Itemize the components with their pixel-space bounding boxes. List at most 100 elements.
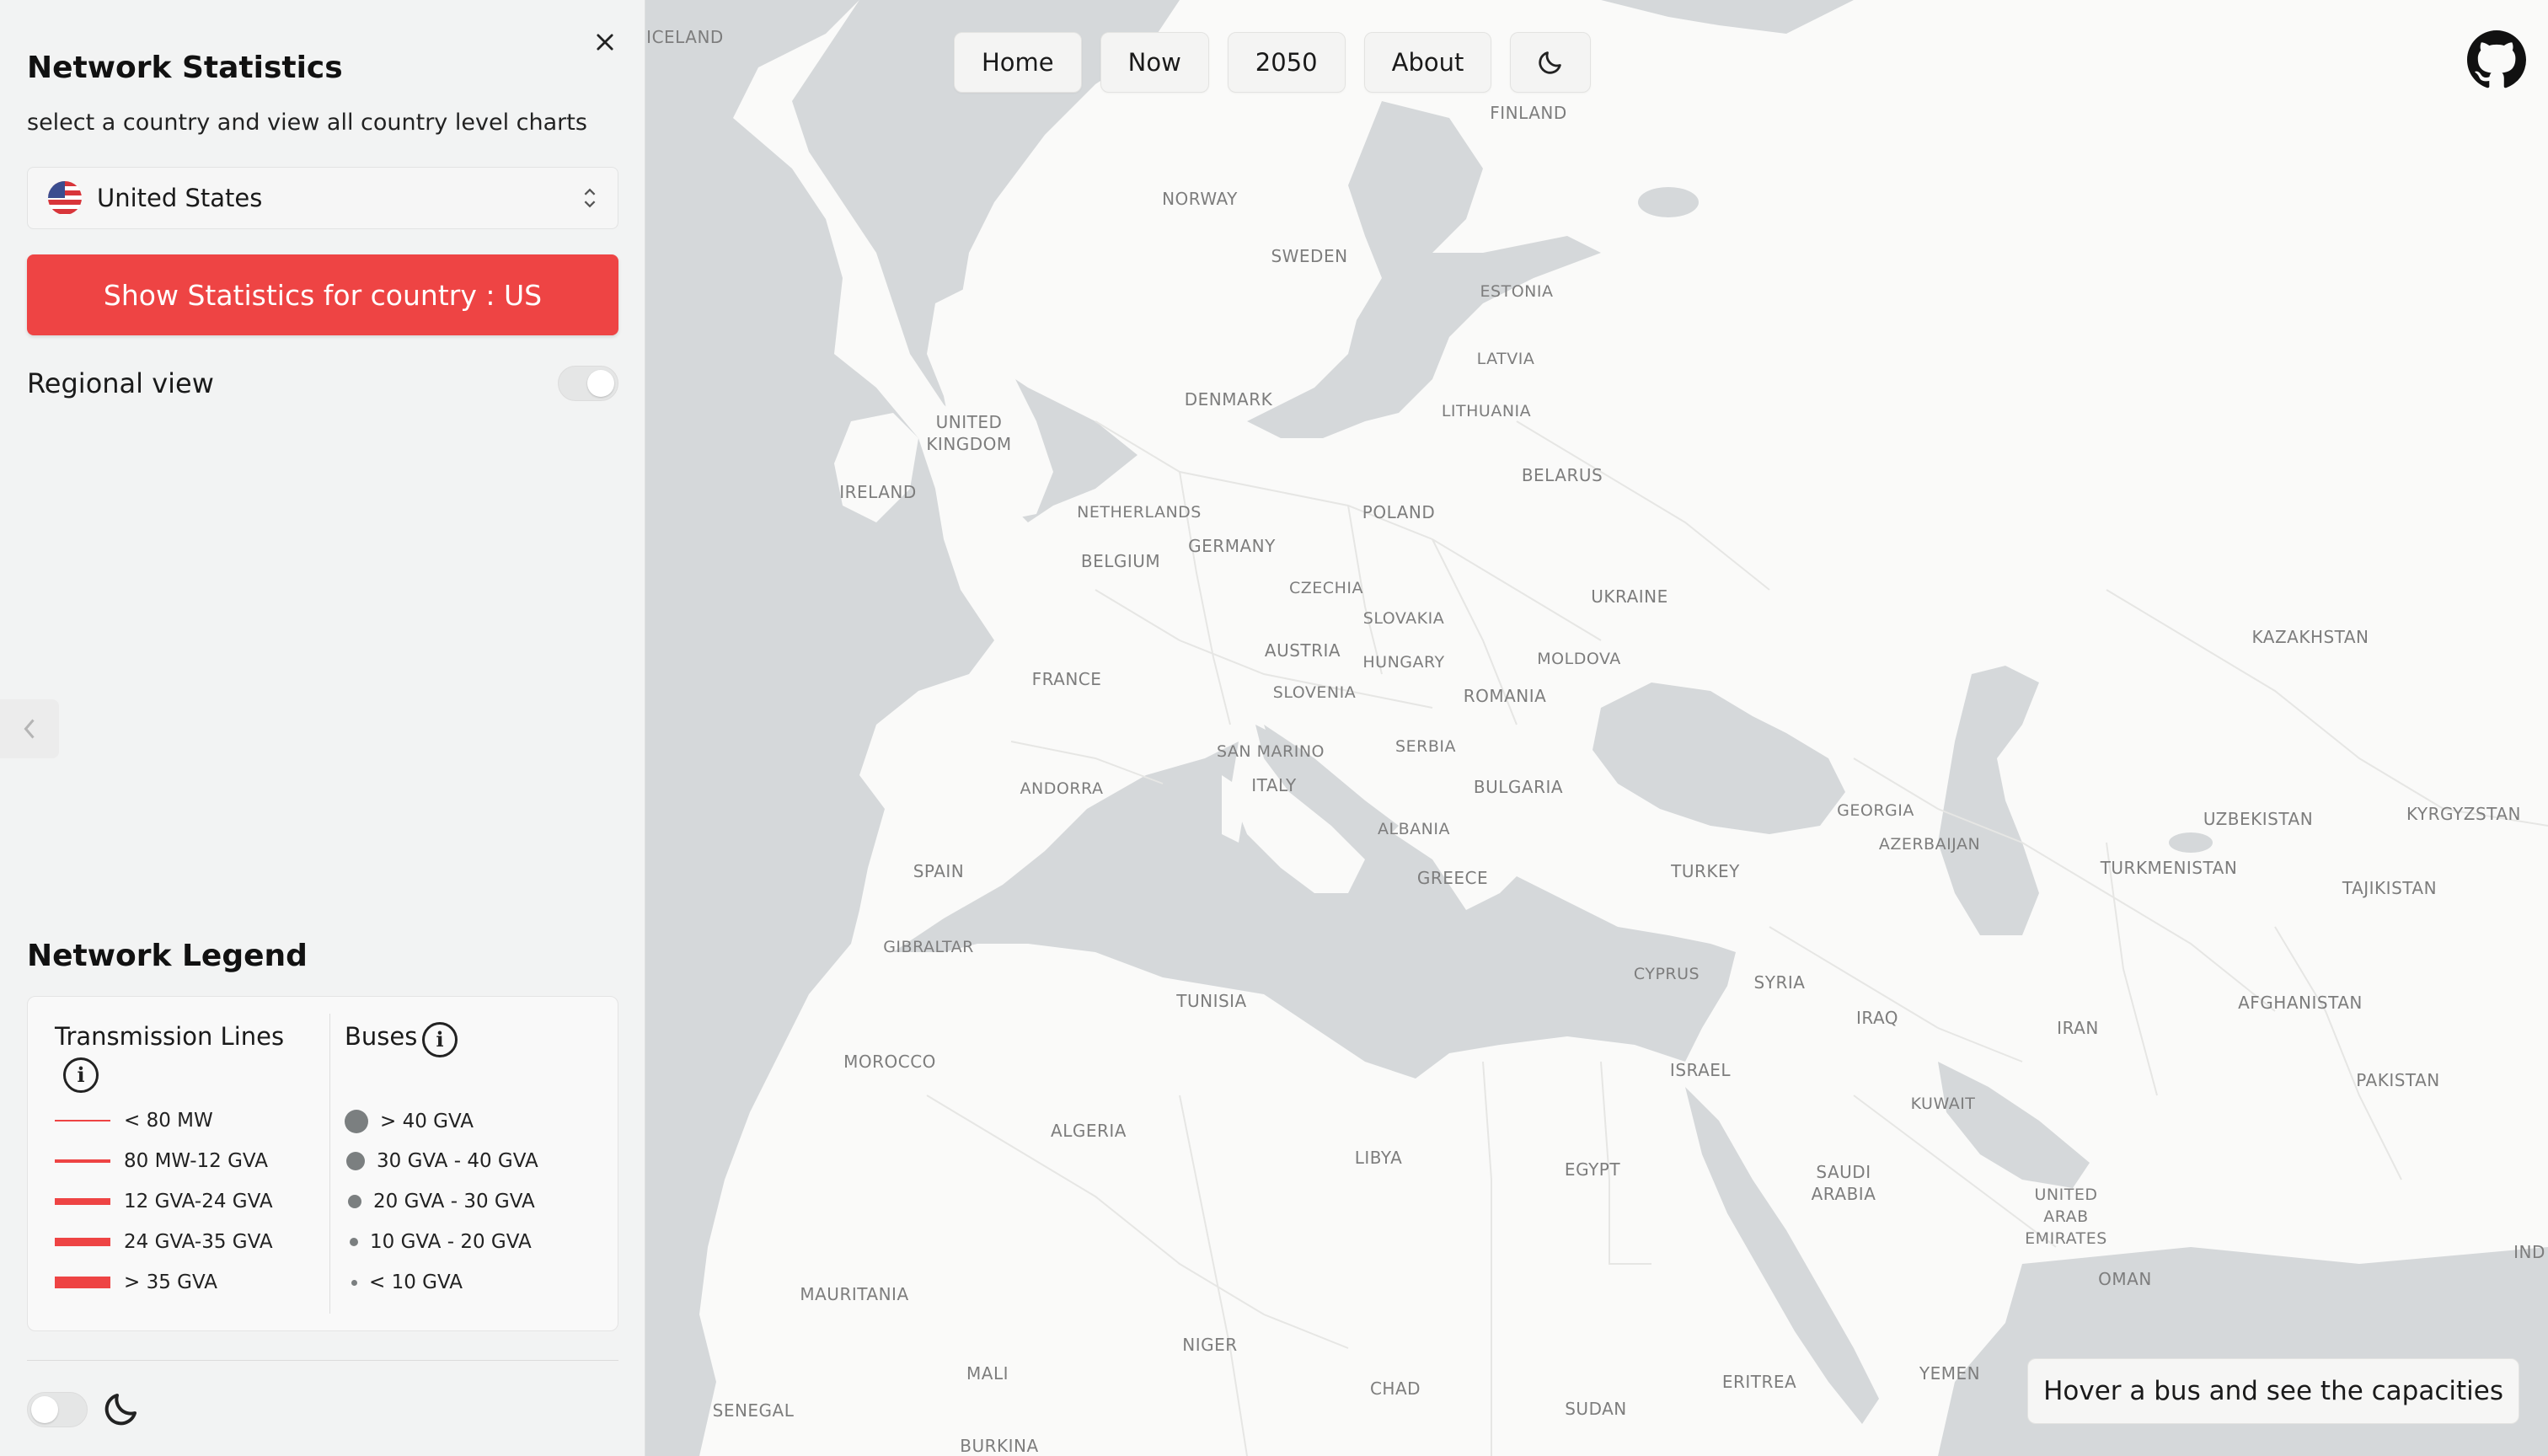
legend-bus-label: < 10 GVA <box>369 1271 463 1293</box>
moon-icon <box>104 1394 136 1426</box>
legend-line-item: < 80 MW <box>55 1110 213 1132</box>
map-label-uk: UNITED KINGDOM <box>926 412 1012 454</box>
line-swatch <box>55 1120 110 1121</box>
map-label-turkmenistan: TURKMENISTAN <box>2100 858 2238 878</box>
theme-toggle-button[interactable] <box>1510 32 1592 93</box>
map-label-spain: SPAIN <box>913 861 965 881</box>
legend-bus-item: > 40 GVA <box>345 1110 474 1133</box>
map-label-sweden: SWEDEN <box>1271 246 1348 266</box>
legend-bus-label: 10 GVA - 20 GVA <box>370 1231 532 1253</box>
dark-mode-toggle[interactable] <box>27 1392 88 1427</box>
legend-line-label: 24 GVA-35 GVA <box>124 1231 273 1253</box>
regional-view-label: Regional view <box>27 367 214 399</box>
map-label-tunisia: TUNISIA <box>1176 991 1247 1011</box>
legend-transmission-title: Transmission Lines <box>55 1022 285 1051</box>
map-label-sudan: SUDAN <box>1565 1399 1627 1419</box>
legend-line-item: 80 MW-12 GVA <box>55 1150 268 1172</box>
us-flag-icon <box>48 181 82 215</box>
nav-2050-button[interactable]: 2050 <box>1227 32 1346 93</box>
info-icon[interactable]: i <box>422 1022 458 1057</box>
map-label-syria: SYRIA <box>1753 972 1806 993</box>
map-label-poland: POLAND <box>1362 502 1436 522</box>
map-label-belgium: BELGIUM <box>1080 551 1161 571</box>
map-label-morocco: MOROCCO <box>843 1052 936 1072</box>
legend-line-item: 24 GVA-35 GVA <box>55 1231 273 1253</box>
chevron-left-icon <box>24 719 35 739</box>
map-label-turkey: TURKEY <box>1671 861 1740 881</box>
map-label-bulgaria: BULGARIA <box>1473 777 1564 797</box>
github-icon <box>2467 30 2526 88</box>
map-label-ireland: IRELAND <box>839 482 917 502</box>
map-label-pakistan: PAKISTAN <box>2356 1070 2440 1090</box>
map-label-cyprus: CYPRUS <box>1633 965 1700 983</box>
legend-line-item: 12 GVA-24 GVA <box>55 1191 273 1212</box>
map-label-serbia: SERBIA <box>1395 737 1456 756</box>
info-icon[interactable]: i <box>63 1057 99 1093</box>
map-label-romania: ROMANIA <box>1463 686 1547 706</box>
country-select-value: United States <box>97 184 263 212</box>
map-label-afghanistan: AFGHANISTAN <box>2238 993 2363 1013</box>
map-label-belarus: BELARUS <box>1521 465 1603 485</box>
bus-dot-swatch <box>351 1279 357 1286</box>
hover-hint: Hover a bus and see the capacities <box>2027 1358 2519 1424</box>
map-label-israel: ISRAEL <box>1669 1060 1732 1080</box>
legend-bus-label: > 40 GVA <box>380 1111 474 1132</box>
legend-line-label: < 80 MW <box>124 1110 213 1132</box>
github-link[interactable] <box>2467 30 2526 89</box>
map-label-moldova: MOLDOVA <box>1537 650 1621 668</box>
legend-bus-item: 30 GVA - 40 GVA <box>346 1150 538 1172</box>
collapse-sidebar-button[interactable] <box>0 699 59 758</box>
show-statistics-button[interactable]: Show Statistics for country : US <box>27 254 618 335</box>
nav-home-button[interactable]: Home <box>954 32 1082 93</box>
map-label-albania: ALBANIA <box>1378 820 1450 838</box>
map-label-iran: IRAN <box>2057 1018 2099 1038</box>
map-label-senegal: SENEGAL <box>712 1400 795 1421</box>
legend-box: Transmission Lines i < 80 MW 80 MW-12 GV… <box>27 996 618 1331</box>
map-label-italy: ITALY <box>1251 775 1297 795</box>
nav-about-button[interactable]: About <box>1363 32 1492 93</box>
map-label-mali: MALI <box>966 1363 1009 1384</box>
map-label-czechia: CZECHIA <box>1289 579 1363 597</box>
sidebar-title: Network Statistics <box>27 51 343 85</box>
map-label-georgia: GEORGIA <box>1837 801 1914 820</box>
bus-dot-swatch <box>350 1238 358 1246</box>
map-label-slovakia: SLOVAKIA <box>1362 609 1445 628</box>
line-swatch <box>55 1198 110 1205</box>
sidebar-divider <box>27 1360 618 1361</box>
map-label-uzbekistan: UZBEKISTAN <box>2203 809 2314 829</box>
map-label-andorra: ANDORRA <box>1020 779 1104 798</box>
map-label-hungary: HUNGARY <box>1362 653 1445 672</box>
legend-line-label: 80 MW-12 GVA <box>124 1150 268 1172</box>
map-label-finland: FINLAND <box>1490 103 1567 123</box>
sidebar-panel: Network Statistics select a country and … <box>0 0 645 1456</box>
map-label-greece: GREECE <box>1416 868 1489 888</box>
map-label-libya: LIBYA <box>1354 1148 1403 1168</box>
map-label-mauritania: MAURITANIA <box>800 1284 909 1304</box>
bus-dot-swatch <box>345 1110 368 1133</box>
map-label-netherlands: NETHERLANDS <box>1077 503 1202 522</box>
country-select[interactable]: United States <box>27 167 618 229</box>
top-nav: Home Now 2050 About <box>954 32 1592 93</box>
map-label-egypt: EGYPT <box>1564 1159 1621 1180</box>
map-label-burkina: BURKINA <box>960 1436 1039 1456</box>
map-label-gibraltar: GIBRALTAR <box>883 938 974 956</box>
moon-icon <box>1539 51 1562 74</box>
legend-bus-label: 20 GVA - 30 GVA <box>373 1191 535 1212</box>
bus-dot-swatch <box>348 1195 361 1208</box>
legend-bus-item: 20 GVA - 30 GVA <box>348 1191 535 1212</box>
map-label-iceland: ICELAND <box>646 27 724 47</box>
map-label-niger: NIGER <box>1182 1335 1238 1355</box>
map-label-denmark: DENMARK <box>1184 389 1273 410</box>
regional-view-toggle[interactable] <box>558 366 618 401</box>
nav-now-button[interactable]: Now <box>1100 32 1209 93</box>
map-label-tajikistan: TAJIKISTAN <box>2342 878 2438 898</box>
close-sidebar-button[interactable] <box>590 27 620 57</box>
bus-dot-swatch <box>346 1152 365 1170</box>
map-label-saudi-arabia: SAUDI ARABIA <box>1811 1162 1876 1204</box>
map-label-algeria: ALGERIA <box>1051 1121 1127 1141</box>
map-label-germany: GERMANY <box>1188 536 1276 556</box>
map-label-norway: NORWAY <box>1162 189 1238 209</box>
map-label-iraq: IRAQ <box>1855 1008 1899 1028</box>
legend-divider <box>329 1014 330 1314</box>
map-label-eritrea: ERITREA <box>1721 1372 1797 1392</box>
